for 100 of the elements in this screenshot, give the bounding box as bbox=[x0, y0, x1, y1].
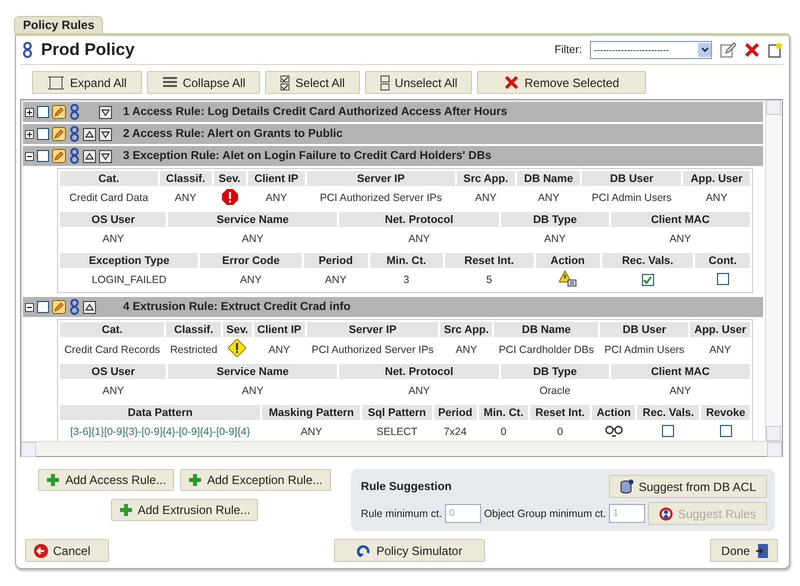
vertical-scrollbar[interactable] bbox=[765, 100, 782, 441]
toolbar-button[interactable]: Remove Selected bbox=[477, 71, 646, 94]
column-header: Classif. bbox=[166, 322, 222, 337]
database-icon bbox=[620, 479, 634, 494]
column-header: Service Name bbox=[168, 212, 337, 227]
add-rule-button[interactable]: Add Exception Rule... bbox=[180, 469, 330, 491]
column-header: Classif. bbox=[160, 171, 212, 186]
checkbox[interactable] bbox=[37, 301, 49, 313]
move-down-icon[interactable] bbox=[99, 150, 112, 162]
table-cell-text: Restricted bbox=[169, 342, 218, 358]
warning-icon bbox=[228, 339, 246, 357]
edit-icon[interactable] bbox=[52, 300, 66, 314]
column-header: Sql Pattern bbox=[362, 405, 432, 420]
column-header: DB Type bbox=[501, 212, 609, 227]
column-header: Exception Type bbox=[60, 253, 198, 268]
table-cell-text: ANY bbox=[536, 191, 560, 206]
table-cell-text: PCI Admin Users bbox=[590, 191, 673, 206]
checkbox[interactable] bbox=[662, 424, 674, 436]
delete-icon bbox=[744, 42, 760, 58]
table-cell-text: Oracle bbox=[538, 384, 572, 399]
table-cell-text: ANY bbox=[407, 232, 431, 247]
move-up-icon[interactable] bbox=[83, 128, 96, 140]
done-button[interactable]: Done bbox=[710, 539, 778, 562]
rule-title: 4 Extrusion Rule: Extruct Credit Crad info bbox=[123, 301, 350, 313]
edit-icon[interactable] bbox=[720, 42, 736, 58]
field-label: Object Group minimum ct. bbox=[484, 508, 606, 520]
move-up-icon[interactable] bbox=[83, 150, 96, 162]
toolbar-button[interactable]: Select All bbox=[265, 71, 360, 94]
table-cell-text: Credit Card Data bbox=[68, 191, 150, 206]
table-cell-text: ANY bbox=[668, 384, 692, 399]
column-header: DB Name bbox=[517, 171, 580, 186]
column-header: Rec. Vals. bbox=[602, 253, 694, 268]
column-header: Period bbox=[304, 253, 368, 268]
toolbar-button[interactable]: Collapse All bbox=[146, 71, 260, 94]
table-cell-text: PCI Cardholder DBs bbox=[498, 342, 595, 358]
move-down-icon[interactable] bbox=[99, 106, 112, 118]
suggest-acl-button[interactable]: Suggest from DB ACL bbox=[608, 475, 767, 498]
horizontal-scrollbar[interactable] bbox=[21, 441, 782, 456]
section-title: Rule Suggestion bbox=[360, 480, 453, 492]
toolbar-button[interactable]: Expand All bbox=[32, 71, 142, 94]
add-rule-button[interactable]: Add Extrusion Rule... bbox=[110, 499, 258, 521]
back-icon bbox=[34, 544, 48, 558]
cancel-button[interactable]: Cancel bbox=[25, 539, 110, 562]
remove-icon bbox=[504, 75, 520, 90]
table-cell-text: ANY bbox=[101, 232, 126, 247]
column-header: Client IP bbox=[248, 171, 306, 186]
column-header: Period bbox=[434, 405, 477, 420]
checkbox[interactable] bbox=[37, 106, 49, 118]
expand-icon[interactable] bbox=[25, 108, 34, 116]
table-cell-text: ANY bbox=[240, 232, 264, 247]
column-header: App. User bbox=[690, 322, 750, 337]
caret-icon[interactable] bbox=[700, 47, 708, 53]
checkbox[interactable] bbox=[642, 274, 654, 286]
collapse-icon[interactable] bbox=[25, 152, 34, 160]
edit-icon[interactable] bbox=[52, 105, 66, 119]
table-cell-text: PCI Authorized Server IPs bbox=[310, 342, 435, 358]
filter-dropdown[interactable]: ------------------------- bbox=[590, 41, 712, 59]
edit-icon[interactable] bbox=[52, 127, 66, 141]
collapse-icon[interactable] bbox=[25, 302, 34, 312]
glasses-icon bbox=[604, 424, 623, 438]
move-down-icon[interactable] bbox=[99, 128, 112, 140]
new-document-icon[interactable] bbox=[768, 42, 783, 58]
column-header: Sev. bbox=[214, 171, 246, 186]
table-cell-text: ANY bbox=[240, 384, 264, 399]
edit-icon[interactable] bbox=[52, 149, 66, 163]
add-icon bbox=[118, 503, 133, 517]
checkbox[interactable] bbox=[37, 128, 49, 140]
table-cell-text: ANY bbox=[474, 191, 498, 206]
add-rule-button[interactable]: Add Access Rule... bbox=[38, 469, 174, 491]
column-header: Server IP bbox=[306, 322, 438, 337]
table-cell-text: ANY bbox=[708, 342, 732, 358]
rule-title: 3 Exception Rule: Alet on Login Failure to Credit Card Holders' DBs bbox=[123, 150, 492, 162]
column-header: Sev. bbox=[223, 322, 252, 337]
field-label: Rule minimum ct. bbox=[360, 508, 442, 520]
table-cell-text: PCI Authorized Server IPs bbox=[318, 191, 443, 206]
column-header: Reset Int. bbox=[530, 405, 590, 420]
move-up-icon[interactable] bbox=[83, 300, 96, 314]
list-icon bbox=[162, 76, 178, 89]
column-header: Reset Int. bbox=[444, 253, 534, 268]
empty-checkboxes-icon bbox=[380, 74, 390, 90]
refresh-icon bbox=[357, 544, 372, 558]
suggest-icon bbox=[658, 506, 673, 520]
expand-icon[interactable] bbox=[25, 130, 34, 138]
column-header: Cat. bbox=[60, 171, 158, 186]
rule-title: 2 Access Rule: Alert on Grants to Public bbox=[123, 128, 343, 140]
checkbox[interactable] bbox=[720, 424, 732, 436]
column-header: Cat. bbox=[60, 322, 164, 337]
checkbox[interactable] bbox=[37, 150, 49, 162]
table-cell-text: 3 bbox=[402, 273, 410, 288]
checkboxes-icon bbox=[280, 74, 290, 90]
column-header: DB User bbox=[582, 171, 682, 186]
table-cell-text: LOGIN_FAILED bbox=[90, 273, 168, 288]
tab[interactable]: Policy Rules bbox=[14, 16, 104, 33]
policy-simulator-button[interactable]: Policy Simulator bbox=[334, 539, 486, 562]
checkbox[interactable] bbox=[716, 272, 729, 284]
column-header: Data Pattern bbox=[60, 405, 260, 420]
alert-icon bbox=[558, 270, 577, 287]
rule-title: 1 Access Rule: Log Details Credit Card Authorized Access After Hours bbox=[123, 106, 508, 118]
table-cell-text: ANY bbox=[101, 384, 126, 399]
toolbar-button[interactable]: Unselect All bbox=[364, 71, 472, 94]
